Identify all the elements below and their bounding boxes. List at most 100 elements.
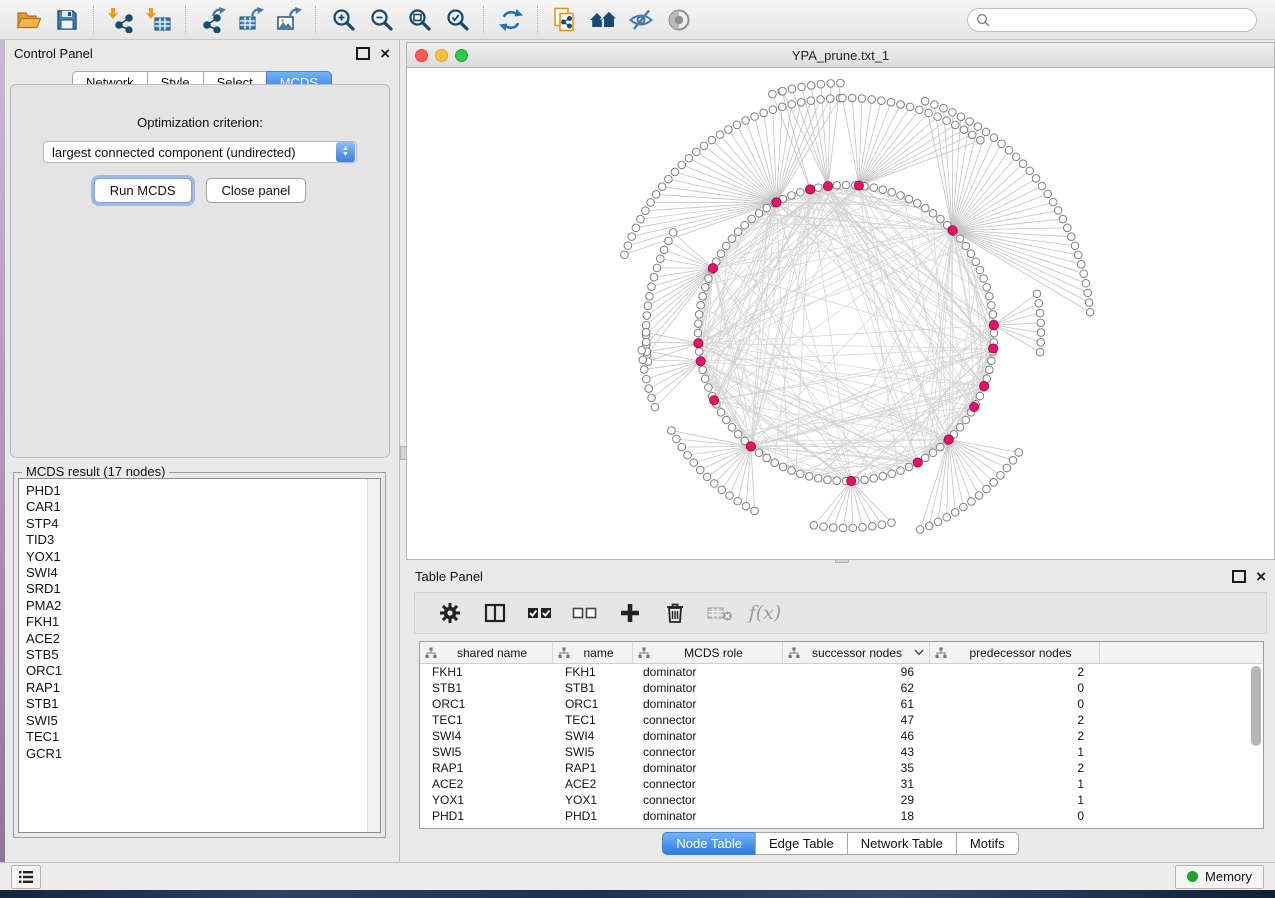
leaf-node[interactable] — [817, 80, 825, 88]
column-header-shared-name[interactable]: shared name — [420, 642, 553, 663]
show-all-button[interactable] — [584, 3, 622, 37]
leaf-node[interactable] — [960, 503, 968, 511]
leaf-node[interactable] — [1032, 175, 1040, 183]
leaf-node[interactable] — [868, 522, 876, 530]
leaf-node[interactable] — [692, 148, 700, 156]
ring-node[interactable] — [972, 258, 980, 266]
delete-column-button[interactable] — [662, 600, 688, 626]
tab-motifs[interactable]: Motifs — [956, 832, 1019, 855]
leaf-node[interactable] — [646, 292, 654, 300]
memory-button[interactable]: Memory — [1175, 865, 1264, 889]
ring-node[interactable] — [701, 283, 709, 291]
ring-node[interactable] — [734, 431, 742, 439]
add-column-button[interactable] — [617, 600, 643, 626]
leaf-node[interactable] — [684, 451, 692, 459]
leaf-node[interactable] — [788, 85, 796, 93]
ring-node[interactable] — [734, 228, 742, 236]
leaf-node[interactable] — [916, 106, 924, 114]
search-input[interactable] — [967, 8, 1257, 32]
mcds-hub-node[interactable] — [970, 402, 979, 411]
ring-node[interactable] — [897, 192, 905, 200]
zoom-in-button[interactable] — [324, 3, 362, 37]
mcds-hub-node[interactable] — [944, 435, 953, 444]
ring-node[interactable] — [888, 470, 896, 478]
leaf-node[interactable] — [925, 109, 933, 117]
column-header-predecessor-nodes[interactable]: predecessor nodes — [930, 642, 1100, 663]
mcds-result-item[interactable]: TID3 — [26, 532, 380, 548]
leaf-node[interactable] — [1005, 146, 1013, 154]
leaf-node[interactable] — [769, 106, 777, 114]
leaf-node[interactable] — [957, 113, 965, 121]
ring-node[interactable] — [699, 366, 707, 374]
leaf-node[interactable] — [951, 509, 959, 517]
ring-node[interactable] — [962, 416, 970, 424]
leaf-node[interactable] — [798, 83, 806, 91]
export-image-button[interactable] — [270, 3, 308, 37]
leaf-node[interactable] — [974, 123, 982, 131]
mcds-result-item[interactable]: PMA2 — [26, 598, 380, 614]
ring-node[interactable] — [796, 188, 804, 196]
leaf-node[interactable] — [990, 479, 998, 487]
leaf-node[interactable] — [645, 385, 653, 393]
zoom-window-icon[interactable] — [455, 49, 468, 62]
table-scrollbar[interactable] — [1251, 666, 1261, 824]
leaf-node[interactable] — [734, 497, 742, 505]
leaf-node[interactable] — [624, 242, 632, 250]
leaf-node[interactable] — [859, 523, 867, 531]
zoom-out-button[interactable] — [362, 3, 400, 37]
leaf-node[interactable] — [934, 113, 942, 121]
ring-node[interactable] — [728, 235, 736, 243]
ring-node[interactable] — [976, 392, 984, 400]
table-row[interactable]: YOX1YOX1connector291 — [420, 792, 1263, 808]
leaf-node[interactable] — [827, 80, 835, 88]
column-visibility-button[interactable] — [482, 600, 508, 626]
ring-node[interactable] — [976, 266, 984, 274]
leaf-node[interactable] — [678, 161, 686, 169]
leaf-node[interactable] — [797, 99, 805, 107]
ring-node[interactable] — [833, 477, 841, 485]
import-table-button[interactable] — [140, 3, 178, 37]
mcds-result-item[interactable]: TEC1 — [26, 729, 380, 745]
leaf-node[interactable] — [716, 131, 724, 139]
mcds-hub-node[interactable] — [708, 264, 717, 273]
leaf-node[interactable] — [779, 87, 787, 95]
leaf-node[interactable] — [839, 524, 847, 532]
leaf-node[interactable] — [642, 329, 650, 337]
leaf-node[interactable] — [1063, 224, 1071, 232]
leaf-node[interactable] — [658, 183, 666, 191]
leaf-node[interactable] — [657, 255, 665, 263]
leaf-node[interactable] — [652, 191, 660, 199]
import-network-button[interactable] — [102, 3, 140, 37]
mcds-hub-node[interactable] — [806, 185, 815, 194]
leaf-node[interactable] — [1084, 289, 1092, 297]
column-header-name[interactable]: name — [553, 642, 633, 663]
table-row[interactable]: PHD1PHD1dominator180 — [420, 808, 1263, 824]
table-row[interactable]: ACE2ACE2connector311 — [420, 776, 1263, 792]
ring-node[interactable] — [962, 242, 970, 250]
leaf-node[interactable] — [760, 109, 768, 117]
leaf-node[interactable] — [651, 403, 659, 411]
leaf-node[interactable] — [943, 117, 951, 125]
leaf-node[interactable] — [949, 108, 957, 116]
mcds-result-item[interactable]: STP4 — [26, 516, 380, 532]
delete-table-button[interactable] — [707, 600, 733, 626]
ring-node[interactable] — [694, 320, 702, 328]
tab-network-table[interactable]: Network Table — [847, 832, 956, 855]
export-network-button[interactable] — [194, 3, 232, 37]
ring-node[interactable] — [814, 475, 822, 483]
leaf-node[interactable] — [778, 103, 786, 111]
column-header-successor-nodes[interactable]: successor nodes — [783, 642, 930, 663]
leaf-node[interactable] — [637, 215, 645, 223]
zoom-selected-button[interactable] — [438, 3, 476, 37]
ring-node[interactable] — [763, 454, 771, 462]
leaf-node[interactable] — [653, 264, 661, 272]
mcds-hub-node[interactable] — [847, 476, 856, 485]
leaf-node[interactable] — [639, 356, 647, 364]
leaf-node[interactable] — [952, 121, 960, 129]
leaf-node[interactable] — [807, 97, 815, 105]
ring-node[interactable] — [717, 409, 725, 417]
leaf-node[interactable] — [751, 507, 759, 515]
ring-node[interactable] — [763, 204, 771, 212]
leaf-node[interactable] — [817, 96, 825, 104]
mcds-result-item[interactable]: CAR1 — [26, 499, 380, 515]
